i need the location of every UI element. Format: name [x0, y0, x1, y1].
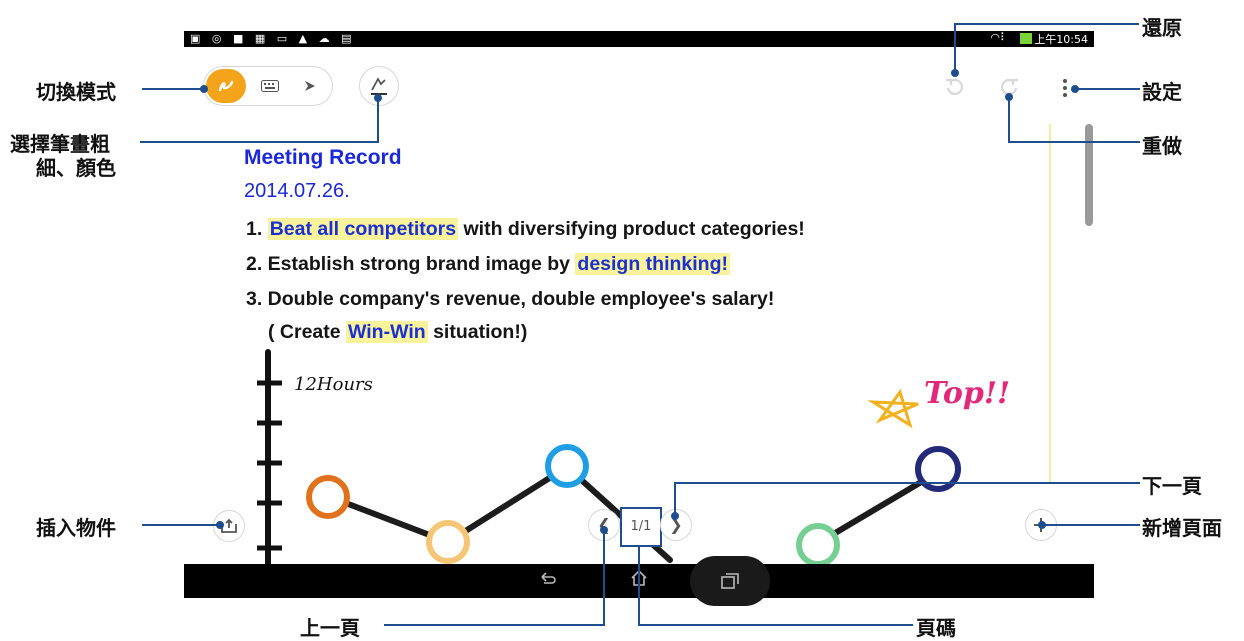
back-button[interactable] [532, 569, 562, 590]
callout-add-page: 新增頁面 [1142, 516, 1222, 540]
callout-switch-mode: 切換模式 [36, 80, 116, 104]
callout-undo: 還原 [1142, 16, 1182, 40]
callout-dot [374, 94, 382, 102]
recent-apps-icon [721, 573, 739, 589]
top-label: Top!! [924, 376, 1011, 411]
callout-dot [200, 85, 208, 93]
callout-leader [674, 482, 676, 516]
callout-dot [1071, 85, 1079, 93]
recent-apps-button[interactable] [690, 556, 770, 606]
callout-next-page: 下一頁 [1142, 474, 1202, 498]
callout-dot [951, 69, 959, 77]
callout-leader [1008, 97, 1010, 143]
callout-leader [1074, 88, 1140, 90]
callout-leader [674, 482, 1140, 484]
callout-page-number: 頁碼 [916, 616, 956, 640]
callout-dot [1005, 93, 1013, 101]
callout-redo: 重做 [1142, 134, 1182, 158]
callout-leader [954, 23, 1139, 25]
callout-insert: 插入物件 [36, 516, 116, 540]
callout-leader [954, 23, 956, 73]
callout-leader [603, 530, 605, 626]
callout-leader [377, 98, 379, 143]
callout-leader [639, 624, 913, 626]
callout-dot [600, 526, 608, 534]
milestone-circle [796, 523, 840, 567]
callout-prev-page: 上一頁 [300, 616, 360, 640]
callout-leader [638, 545, 640, 626]
star-doodle [867, 388, 919, 429]
hours-label: 12Hours [294, 374, 373, 395]
callout-leader [384, 624, 605, 626]
callout-dot [216, 521, 224, 529]
page-number: 1/1 [620, 507, 662, 547]
callout-settings: 設定 [1142, 80, 1182, 104]
callout-leader [142, 524, 220, 526]
callout-leader [142, 88, 204, 90]
callout-dot [1038, 521, 1046, 529]
milestone-circle [426, 520, 470, 564]
milestone-circle [545, 444, 589, 488]
back-icon [541, 572, 556, 584]
callout-brush-line2: 細、顏色 [36, 156, 116, 180]
trend-line [327, 463, 673, 563]
callout-leader [1008, 141, 1140, 143]
callout-leader [1042, 524, 1140, 526]
callout-leader [140, 141, 378, 143]
milestone-circle [306, 475, 350, 519]
callout-dot [671, 512, 679, 520]
